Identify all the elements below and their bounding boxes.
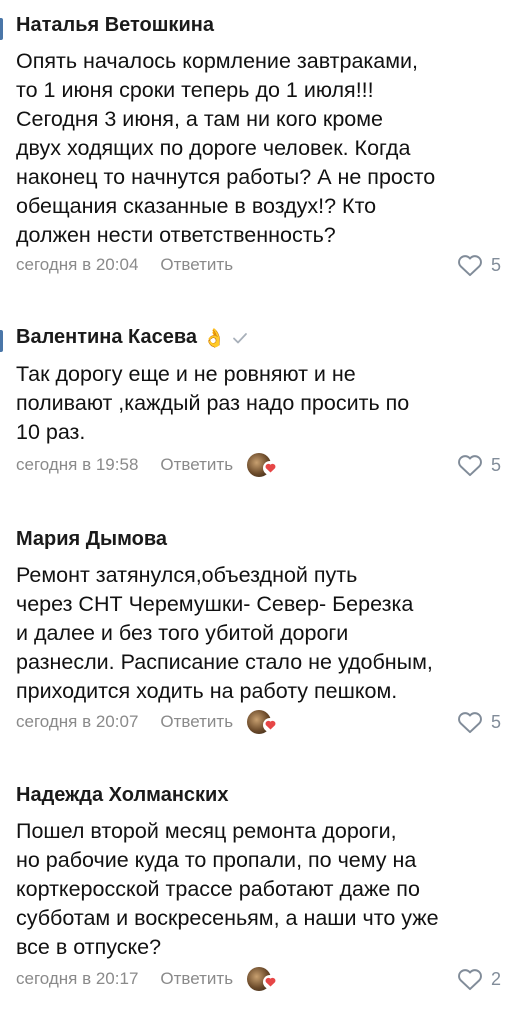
reply-button[interactable]: Ответить — [160, 455, 233, 475]
reply-button[interactable]: Ответить — [160, 969, 233, 989]
comment-author[interactable]: Наталья Ветошкина — [16, 14, 214, 37]
comment-meta: сегодня в 20:17 Ответить 2 — [16, 965, 501, 993]
liker-avatar[interactable] — [247, 967, 278, 991]
liker-avatar[interactable] — [247, 453, 278, 477]
comment-date[interactable]: сегодня в 20:04 — [16, 255, 138, 275]
heart-badge-icon — [263, 461, 278, 475]
thread-indicator — [0, 18, 3, 40]
liker-avatar[interactable] — [247, 710, 278, 734]
comment-author[interactable]: Валентина Касева 👌 — [16, 326, 249, 349]
author-name[interactable]: Наталья Ветошкина — [16, 14, 214, 37]
comment-author[interactable]: Мария Дымова — [16, 528, 167, 551]
ok-hand-emoji: 👌 — [203, 327, 226, 348]
comment-text: Пошел второй месяц ремонта дороги, но ра… — [16, 819, 439, 959]
comment-author[interactable]: Надежда Холманских — [16, 784, 228, 807]
thread-indicator — [0, 330, 3, 352]
author-name[interactable]: Мария Дымова — [16, 528, 167, 551]
checkmark-icon — [233, 332, 248, 343]
comment-date[interactable]: сегодня в 19:58 — [16, 455, 138, 475]
reply-button[interactable]: Ответить — [160, 255, 233, 275]
heart-badge-icon — [263, 718, 278, 732]
like-button[interactable]: 2 — [457, 967, 501, 991]
comment-meta: сегодня в 20:07 Ответить 5 — [16, 708, 501, 736]
heart-outline-icon — [458, 255, 482, 277]
heart-outline-icon — [458, 969, 482, 991]
comment-date[interactable]: сегодня в 20:07 — [16, 712, 138, 732]
author-name[interactable]: Надежда Холманских — [16, 784, 228, 807]
like-button[interactable]: 5 — [457, 453, 501, 477]
comment-text: Так дорогу еще и не ровняют и не поливаю… — [16, 362, 410, 444]
comment-meta: сегодня в 20:04 Ответить 5 — [16, 251, 501, 279]
heart-badge-icon — [263, 975, 278, 989]
like-count: 5 — [490, 711, 501, 732]
heart-outline-icon — [458, 455, 482, 477]
comment-date[interactable]: сегодня в 20:17 — [16, 969, 138, 989]
like-button[interactable]: 5 — [457, 253, 501, 277]
heart-outline-icon — [458, 712, 482, 734]
comment-text: Ремонт затянулся,объездной путь через СН… — [16, 563, 433, 703]
comment-meta: сегодня в 19:58 Ответить 5 — [16, 451, 501, 479]
like-button[interactable]: 5 — [457, 710, 501, 734]
like-count: 5 — [490, 454, 501, 475]
reply-button[interactable]: Ответить — [160, 712, 233, 732]
like-count: 2 — [490, 968, 501, 989]
like-count: 5 — [490, 254, 501, 275]
comment-text: Опять началось кормление завтраками, то … — [16, 49, 436, 247]
author-name[interactable]: Валентина Касева — [16, 326, 197, 349]
